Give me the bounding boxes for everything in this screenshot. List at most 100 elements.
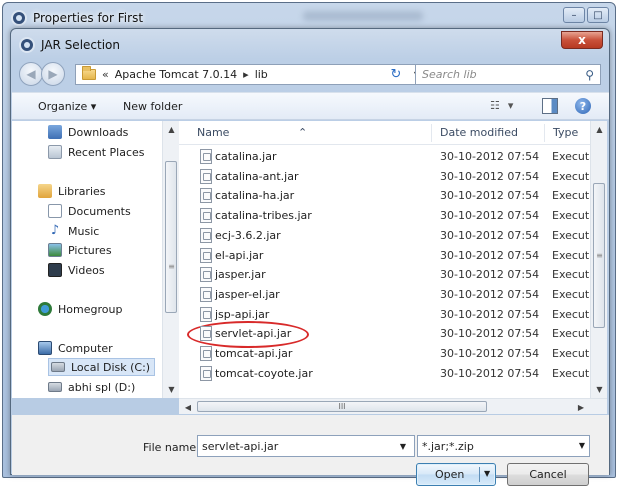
file-row[interactable]: catalina-ant.jar 30-10-2012 07:54 Execut… [179,167,590,187]
open-button[interactable]: Open ▼ [416,463,496,486]
file-name: el-api.jar [215,248,264,262]
cancel-button[interactable]: Cancel [507,463,589,486]
column-header-name[interactable]: Name [197,126,229,139]
address-overflow-chevron[interactable]: « [102,68,109,81]
change-view-button[interactable]: ☷ ▾ [490,99,513,112]
forward-button[interactable]: ▶ [41,62,65,86]
nav-item-documents[interactable]: Documents [48,202,131,220]
file-date: 30-10-2012 07:54 [440,268,540,282]
nav-item-label: Pictures [68,243,112,257]
column-divider[interactable] [544,124,545,142]
jar-file-icon [200,188,212,204]
file-date: 30-10-2012 07:54 [440,287,540,301]
address-bar[interactable]: « Apache Tomcat 7.0.14 ▸ lib ▼ [75,64,427,85]
file-name: catalina.jar [215,150,277,163]
pictures-icon [48,243,62,257]
file-date: 30-10-2012 07:54 [440,209,540,223]
search-input[interactable]: Search lib ⚲ [415,64,601,85]
file-row[interactable]: catalina-tribes.jar 30-10-2012 07:54 Exe… [179,206,590,226]
file-row[interactable]: tomcat-api.jar 30-10-2012 07:54 Executab… [179,344,590,364]
refresh-icon[interactable]: ↻ [384,64,408,85]
magnifier-icon[interactable]: ⚲ [585,68,594,82]
file-list-horizontal-scrollbar[interactable]: ◀ III ▶ [179,398,607,414]
file-name: catalina-ant.jar [215,169,299,183]
jar-file-icon [200,149,212,164]
disk-icon [48,382,62,392]
maximize-button[interactable]: □ [587,7,609,23]
nav-item-local-disk-c[interactable]: Local Disk (C:) [48,358,156,376]
column-header-type[interactable]: Type [553,126,578,139]
file-name: ecj-3.6.2.jar [215,228,281,242]
file-name: jasper-el.jar [215,287,280,301]
nav-item-homegroup[interactable]: Homegroup [38,300,122,318]
close-button[interactable]: x [561,31,603,49]
scroll-left-icon[interactable]: ◀ [180,400,196,414]
nav-item-label: Recent Places [68,145,145,159]
scroll-right-icon[interactable]: ▶ [573,400,589,414]
scroll-down-icon[interactable]: ▼ [591,381,608,397]
nav-item-computer[interactable]: Computer [38,339,113,357]
help-icon[interactable]: ? [575,98,591,114]
file-name-dropdown-icon[interactable]: ▼ [392,435,414,457]
split-divider [479,467,480,482]
app-icon [11,10,27,26]
column-header-date-modified[interactable]: Date modified [440,126,518,139]
breadcrumb-separator-icon[interactable]: ▸ [243,68,249,81]
open-options-dropdown-icon[interactable]: ▼ [484,469,490,478]
file-row[interactable]: ecj-3.6.2.jar 30-10-2012 07:54 Executabl [179,226,590,246]
file-type: Executabl [552,169,590,183]
file-name: tomcat-coyote.jar [215,366,313,380]
nav-item-label: Local Disk (C:) [71,360,151,374]
column-divider[interactable] [431,124,432,142]
file-type: Executabl [552,189,590,203]
minimize-button[interactable]: – [563,7,585,23]
nav-item-label: Libraries [58,184,106,198]
file-row[interactable]: el-api.jar 30-10-2012 07:54 Executabl [179,246,590,266]
nav-item-recent-places[interactable]: Recent Places [48,143,145,161]
file-type-select[interactable]: *.jar;*.zip ▼ [417,435,590,457]
file-type-value: *.jar;*.zip [422,440,474,453]
file-row[interactable]: jasper.jar 30-10-2012 07:54 Executabl [179,265,590,285]
organize-menu-button[interactable]: Organize ▾ [38,100,96,113]
nav-item-libraries[interactable]: Libraries [38,182,106,200]
file-name: servlet-api.jar [215,327,292,341]
homegroup-icon [38,302,52,316]
music-icon: ♪ [50,223,60,238]
file-row[interactable]: tomcat-coyote.jar 30-10-2012 07:54 Execu… [179,364,590,384]
scrollbar-thumb[interactable]: III [197,401,487,412]
scrollbar-thumb[interactable] [165,161,177,313]
file-row[interactable]: catalina.jar 30-10-2012 07:54 Executabl [179,147,590,167]
preview-pane-icon[interactable] [542,98,558,114]
breadcrumb-segment[interactable]: lib [255,68,268,81]
dialog-title: JAR Selection [41,38,120,52]
back-button[interactable]: ◀ [19,62,43,86]
scroll-up-icon[interactable]: ▲ [591,121,608,137]
nav-item-music[interactable]: ♪ Music [48,222,99,240]
file-type: Executabl [552,150,590,163]
view-icon: ☷ [490,99,500,112]
nav-pane-scrollbar[interactable]: ▲ ≡ ▼ [162,121,179,398]
file-type: Executabl [552,327,590,341]
file-type: Executabl [552,209,590,223]
file-row-selected[interactable]: servlet-api.jar 30-10-2012 07:54 Executa… [179,321,590,349]
file-name: tomcat-api.jar [215,347,293,360]
breadcrumb-segment[interactable]: Apache Tomcat 7.0.14 [115,68,237,81]
file-type: Executabl [552,366,590,380]
scroll-up-icon[interactable]: ▲ [163,121,180,137]
jar-file-icon [200,286,212,302]
file-type: Executabl [552,307,590,321]
file-row[interactable]: catalina-ha.jar 30-10-2012 07:54 Executa… [179,186,590,206]
nav-item-pictures[interactable]: Pictures [48,241,112,259]
nav-item-videos[interactable]: Videos [48,261,105,279]
nav-item-label: Music [68,224,100,238]
folder-icon [82,66,96,80]
file-row[interactable]: jasper-el.jar 30-10-2012 07:54 Executabl [179,285,590,305]
nav-item-downloads[interactable]: Downloads [48,123,128,141]
new-folder-button[interactable]: New folder [123,100,182,113]
file-name-input[interactable]: servlet-api.jar [197,435,415,457]
scroll-down-icon[interactable]: ▼ [163,381,180,397]
nav-item-abhi-spl-d[interactable]: abhi spl (D:) [48,378,135,396]
command-toolbar: Organize ▾ New folder ☷ ▾ ? [12,92,609,120]
file-list-vertical-scrollbar[interactable]: ▲ ≡ ▼ [590,121,607,398]
dialog-icon [19,37,35,53]
